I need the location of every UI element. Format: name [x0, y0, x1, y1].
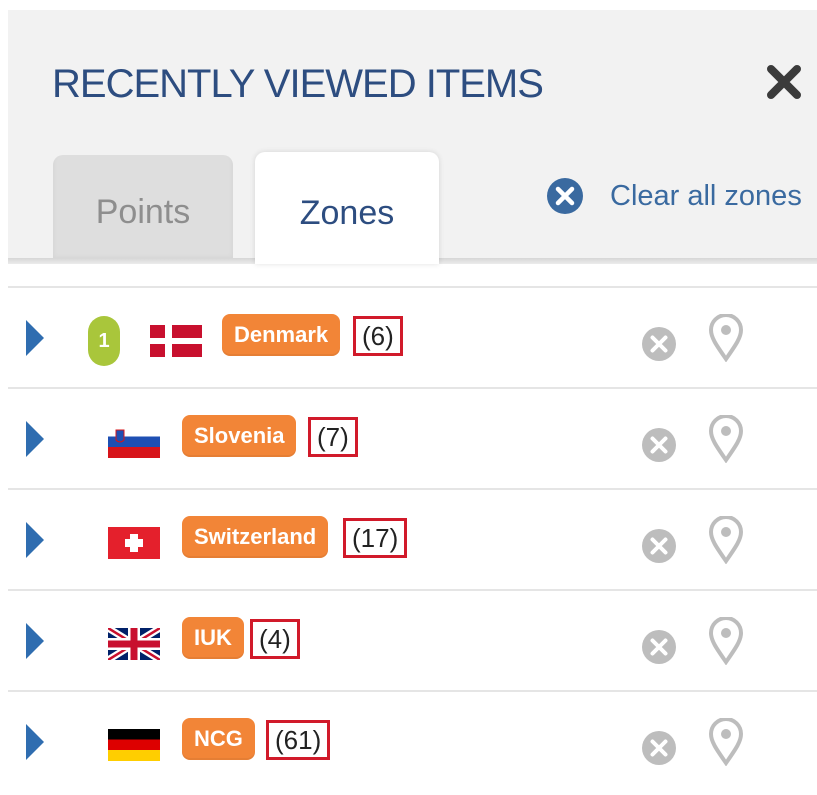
map-pin-icon[interactable]	[708, 415, 744, 463]
zone-name-tag[interactable]: Slovenia	[182, 415, 297, 457]
zone-count: (6)	[353, 316, 403, 356]
zone-name-tag[interactable]: IUK	[182, 617, 244, 659]
expand-arrow-icon[interactable]	[24, 318, 46, 358]
expand-arrow-icon[interactable]	[24, 419, 46, 459]
tab-points-label: Points	[95, 193, 191, 231]
map-pin-icon[interactable]	[708, 516, 744, 564]
expand-arrow-icon[interactable]	[24, 722, 46, 762]
zone-row-slovenia[interactable]: Slovenia (7)	[8, 387, 817, 488]
zone-row-denmark[interactable]: 1 Denmark (6)	[8, 286, 817, 387]
zone-row-switzerland[interactable]: Switzerland (17)	[8, 488, 817, 589]
germany-flag-icon	[108, 729, 160, 761]
zone-name-tag[interactable]: Denmark	[222, 314, 341, 356]
remove-circle-icon[interactable]	[641, 326, 677, 362]
tab-zones-label: Zones	[299, 194, 395, 232]
panel-title: RECENTLY VIEWED ITEMS	[52, 62, 544, 106]
clear-circle-x-icon	[547, 178, 583, 214]
map-pin-icon[interactable]	[708, 617, 744, 665]
uk-flag-icon	[108, 628, 160, 660]
zone-list: 1 Denmark (6) Slovenia (7) Switzerland (…	[8, 286, 817, 791]
remove-circle-icon[interactable]	[641, 528, 677, 564]
zone-count: (17)	[343, 518, 408, 558]
denmark-flag-icon	[150, 325, 202, 357]
zone-count: (4)	[250, 619, 300, 659]
recently-viewed-panel: RECENTLY VIEWED ITEMS Points Zones Clear…	[8, 10, 817, 795]
remove-circle-icon[interactable]	[641, 730, 677, 766]
order-badge: 1	[88, 316, 120, 366]
expand-arrow-icon[interactable]	[24, 621, 46, 661]
zone-count: (61)	[266, 720, 331, 760]
expand-arrow-icon[interactable]	[24, 520, 46, 560]
switzerland-flag-icon	[108, 527, 160, 559]
close-icon[interactable]	[762, 60, 806, 104]
map-pin-icon[interactable]	[708, 718, 744, 766]
clear-all-zones-label: Clear all zones	[610, 179, 802, 212]
zone-count: (7)	[308, 417, 358, 457]
zone-row-ncg[interactable]: NCG (61)	[8, 690, 817, 791]
map-pin-icon[interactable]	[708, 314, 744, 362]
zone-name-tag[interactable]: NCG	[182, 718, 255, 760]
remove-circle-icon[interactable]	[641, 427, 677, 463]
slovenia-flag-icon	[108, 426, 160, 458]
panel-header: RECENTLY VIEWED ITEMS Points Zones Clear…	[8, 10, 817, 264]
clear-all-zones-button[interactable]: Clear all zones	[546, 176, 802, 216]
zone-name-tag[interactable]: Switzerland	[182, 516, 329, 558]
tab-points[interactable]: Points	[53, 155, 233, 262]
zone-row-uk[interactable]: IUK (4)	[8, 589, 817, 690]
tab-zones[interactable]: Zones	[255, 152, 439, 264]
remove-circle-icon[interactable]	[641, 629, 677, 665]
